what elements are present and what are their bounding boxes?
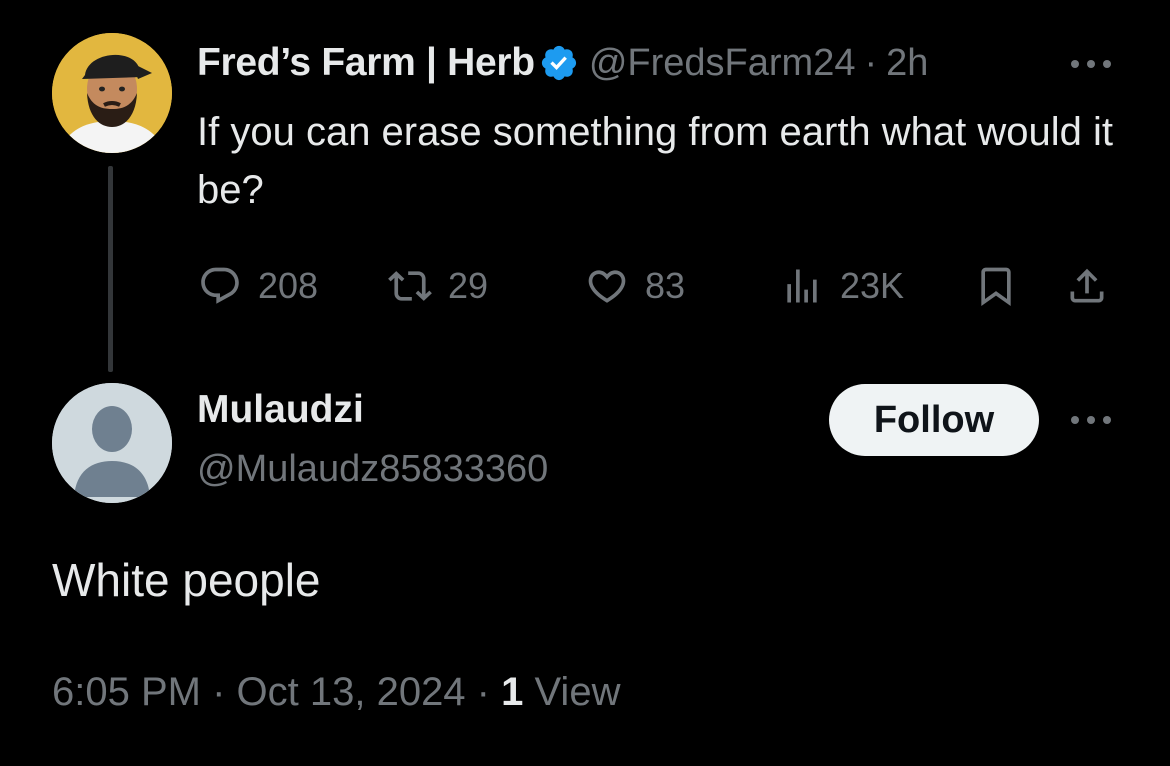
tweet-text: If you can erase something from earth wh… bbox=[197, 110, 1114, 212]
like-count: 83 bbox=[645, 265, 686, 306]
bookmark-icon bbox=[981, 267, 1011, 307]
tweet-header: Fred’s Farm | Herb @FredsFarm24 · 2h bbox=[197, 38, 928, 88]
reply-timestamp[interactable]: 6:05 PM · Oct 13, 2024 · bbox=[52, 670, 501, 714]
heart-icon bbox=[588, 270, 626, 303]
reply-meta: 6:05 PM · Oct 13, 2024 · 1 View bbox=[52, 670, 620, 715]
reply-views-label: View bbox=[523, 670, 621, 714]
share-icon bbox=[1070, 268, 1104, 303]
bookmark-button[interactable] bbox=[974, 258, 1018, 314]
like-button[interactable]: 83 bbox=[585, 258, 685, 314]
avatar-fredsfarm[interactable] bbox=[52, 33, 172, 153]
separator-dot: · bbox=[864, 41, 878, 84]
tweet-time[interactable]: 2h bbox=[886, 42, 928, 85]
share-button[interactable] bbox=[1065, 258, 1109, 314]
reply-author-handle[interactable]: @Mulaudz85833360 bbox=[197, 448, 548, 491]
retweet-count: 29 bbox=[448, 265, 489, 306]
author-display-name[interactable]: Fred’s Farm | Herb bbox=[197, 41, 535, 85]
reply-author-display-name[interactable]: Mulaudzi bbox=[197, 388, 364, 432]
views-button[interactable]: 23K bbox=[780, 258, 904, 314]
reply-button[interactable]: 208 bbox=[198, 258, 318, 314]
default-profile-icon bbox=[52, 383, 172, 503]
more-icon[interactable] bbox=[1067, 52, 1115, 76]
retweet-button[interactable]: 29 bbox=[388, 258, 488, 314]
reply-text: White people bbox=[52, 554, 321, 606]
profile-photo-icon bbox=[52, 33, 172, 153]
author-handle[interactable]: @FredsFarm24 bbox=[589, 42, 856, 85]
reply-count: 208 bbox=[258, 265, 319, 306]
views-count: 23K bbox=[840, 265, 905, 306]
reply-icon bbox=[201, 267, 239, 304]
views-icon bbox=[787, 269, 817, 303]
follow-button[interactable]: Follow bbox=[829, 384, 1039, 456]
avatar-mulaudzi[interactable] bbox=[52, 383, 172, 503]
thread-connector-line bbox=[108, 166, 113, 372]
reply-views-count: 1 bbox=[501, 670, 524, 714]
retweet-icon bbox=[388, 271, 432, 301]
more-icon[interactable] bbox=[1067, 408, 1115, 432]
verified-badge-icon[interactable] bbox=[539, 43, 579, 83]
